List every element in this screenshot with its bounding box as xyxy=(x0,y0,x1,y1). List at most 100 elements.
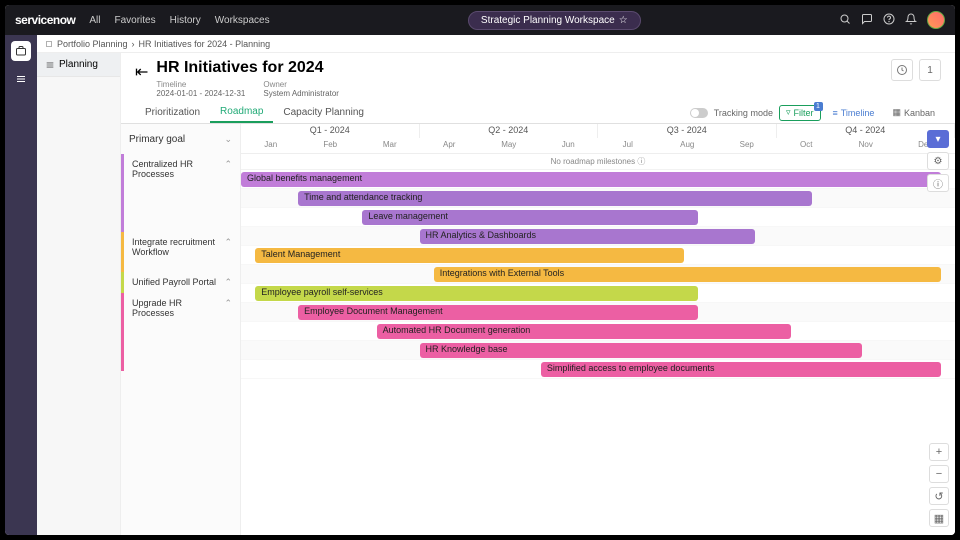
month-cell: Aug xyxy=(658,138,718,153)
chat-icon[interactable] xyxy=(861,13,873,28)
search-icon[interactable] xyxy=(839,13,851,28)
fit-button[interactable]: ▦ xyxy=(929,509,949,527)
calendar-icon[interactable]: ▾ xyxy=(927,130,949,148)
nav-workspaces[interactable]: Workspaces xyxy=(215,15,270,26)
month-cell: Feb xyxy=(301,138,361,153)
chevron-up-icon: ⌃ xyxy=(224,237,232,248)
activity-button[interactable] xyxy=(891,59,913,81)
chevron-right-icon: › xyxy=(132,39,135,49)
workspace-pill[interactable]: Strategic Planning Workspace ☆ xyxy=(468,11,641,30)
bar-integrations[interactable]: Integrations with External Tools xyxy=(434,267,941,282)
list-icon xyxy=(45,60,55,70)
quarter-q2: Q2 - 2024 xyxy=(420,124,599,138)
month-cell: Jun xyxy=(539,138,599,153)
month-cell: Nov xyxy=(836,138,896,153)
month-cell: Sep xyxy=(717,138,777,153)
month-cell: Jan xyxy=(241,138,301,153)
goal-centralized-hr[interactable]: Centralized HR Processes⌃ xyxy=(121,154,240,232)
goal-label: Integrate recruitment Workflow xyxy=(132,237,224,257)
info-button[interactable]: 1 xyxy=(919,59,941,81)
bar-simplified-access[interactable]: Simplified access to employee documents xyxy=(541,362,941,377)
bar-auto-hr-doc[interactable]: Automated HR Document generation xyxy=(377,324,791,339)
goal-integrate-recruitment[interactable]: Integrate recruitment Workflow⌃ xyxy=(121,232,240,272)
rail-menu-icon[interactable] xyxy=(11,69,31,89)
top-nav: All Favorites History Workspaces xyxy=(89,15,269,26)
bar-talent-mgmt[interactable]: Talent Management xyxy=(255,248,683,263)
sidebar-item-label: Planning xyxy=(59,59,98,70)
info-icon[interactable]: ⓘ xyxy=(927,174,949,192)
goal-label: Unified Payroll Portal xyxy=(132,277,216,287)
tab-prioritization[interactable]: Prioritization xyxy=(135,103,210,122)
bar-emp-doc-mgmt[interactable]: Employee Document Management xyxy=(298,305,698,320)
tracking-mode-label: Tracking mode xyxy=(714,108,773,118)
month-cell: Jul xyxy=(598,138,658,153)
zoom-out-button[interactable]: − xyxy=(929,465,949,483)
breadcrumb-icon xyxy=(45,40,53,48)
goal-label: Upgrade HR Processes xyxy=(132,298,224,318)
roadmap-chart: Q1 - 2024 Q2 - 2024 Q3 - 2024 Q4 - 2024 … xyxy=(241,124,955,535)
workspace-pill-label: Strategic Planning Workspace xyxy=(481,15,615,26)
help-icon[interactable] xyxy=(883,13,895,28)
bar-leave-mgmt[interactable]: Leave management xyxy=(362,210,698,225)
timeline-view-button[interactable]: ≡ Timeline xyxy=(827,105,881,121)
kanban-view-button[interactable]: ▦ Kanban xyxy=(886,105,941,121)
timeline-btn-label: Timeline xyxy=(841,108,875,118)
owner-value: System Administrator xyxy=(263,89,339,98)
filter-label: Filter xyxy=(794,108,814,118)
chevron-down-icon: ⌄ xyxy=(224,134,232,145)
nav-favorites[interactable]: Favorites xyxy=(115,15,156,26)
right-toolbox: ▾ ⚙ ⓘ xyxy=(927,130,951,192)
bell-icon[interactable] xyxy=(905,13,917,28)
goal-label: Centralized HR Processes xyxy=(132,159,224,179)
left-rail xyxy=(5,35,37,535)
primary-goal-label: Primary goal xyxy=(129,134,185,145)
bar-hr-analytics[interactable]: HR Analytics & Dashboards xyxy=(420,229,756,244)
goal-panel: Primary goal⌄ Centralized HR Processes⌃ … xyxy=(121,124,241,535)
month-cell: Apr xyxy=(420,138,480,153)
primary-goal-header[interactable]: Primary goal ⌄ xyxy=(121,124,240,154)
tabs: Prioritization Roadmap Capacity Planning… xyxy=(121,102,955,124)
avatar[interactable] xyxy=(927,11,945,29)
chevron-up-icon: ⌃ xyxy=(224,277,232,288)
rail-bag-icon[interactable] xyxy=(11,41,31,61)
page-header: ⇤ HR Initiatives for 2024 Timeline2024-0… xyxy=(121,53,955,102)
bar-global-benefits[interactable]: Global benefits management xyxy=(241,172,941,187)
filter-button[interactable]: ▿ Filter1 xyxy=(779,105,821,121)
star-icon[interactable]: ☆ xyxy=(619,15,628,26)
logo: servicenow xyxy=(15,13,75,27)
zoom-in-button[interactable]: + xyxy=(929,443,949,461)
goal-unified-payroll[interactable]: Unified Payroll Portal ⌃ xyxy=(121,272,240,293)
no-milestones-label: No roadmap milestones xyxy=(551,157,635,166)
kanban-btn-label: Kanban xyxy=(904,108,935,118)
zoom-controls: + − ↺ ▦ xyxy=(929,443,949,527)
gear-icon[interactable]: ⚙ xyxy=(927,152,949,170)
quarter-q3: Q3 - 2024 xyxy=(598,124,777,138)
top-bar: servicenow All Favorites History Workspa… xyxy=(5,5,955,35)
breadcrumb-current: HR Initiatives for 2024 - Planning xyxy=(139,39,271,49)
milestones-row: No roadmap milestones ⓘ xyxy=(241,154,955,170)
goal-upgrade-hr[interactable]: Upgrade HR Processes⌃ xyxy=(121,293,240,371)
side-panel: Planning xyxy=(37,53,121,535)
timeline-label: Timeline xyxy=(156,80,245,89)
tab-capacity[interactable]: Capacity Planning xyxy=(273,103,374,122)
nav-all[interactable]: All xyxy=(89,15,100,26)
bar-time-attendance[interactable]: Time and attendance tracking xyxy=(298,191,812,206)
nav-history[interactable]: History xyxy=(170,15,201,26)
chevron-up-icon: ⌃ xyxy=(224,159,232,170)
timeline-value: 2024-01-01 - 2024-12-31 xyxy=(156,89,245,98)
page-title: HR Initiatives for 2024 xyxy=(156,59,339,77)
breadcrumb: Portfolio Planning › HR Initiatives for … xyxy=(37,35,955,53)
top-icons xyxy=(839,11,945,29)
month-cell: Oct xyxy=(777,138,837,153)
reset-button[interactable]: ↺ xyxy=(929,487,949,505)
quarter-q1: Q1 - 2024 xyxy=(241,124,420,138)
bar-payroll-self[interactable]: Employee payroll self-services xyxy=(255,286,698,301)
breadcrumb-portfolio[interactable]: Portfolio Planning xyxy=(57,39,128,49)
sidebar-item-planning[interactable]: Planning xyxy=(37,53,120,77)
owner-label: Owner xyxy=(263,80,339,89)
filter-badge: 1 xyxy=(814,102,823,111)
tab-roadmap[interactable]: Roadmap xyxy=(210,102,273,123)
bar-hr-knowledge[interactable]: HR Knowledge base xyxy=(420,343,863,358)
back-icon[interactable]: ⇤ xyxy=(135,62,148,82)
tracking-mode-toggle[interactable] xyxy=(690,108,708,118)
